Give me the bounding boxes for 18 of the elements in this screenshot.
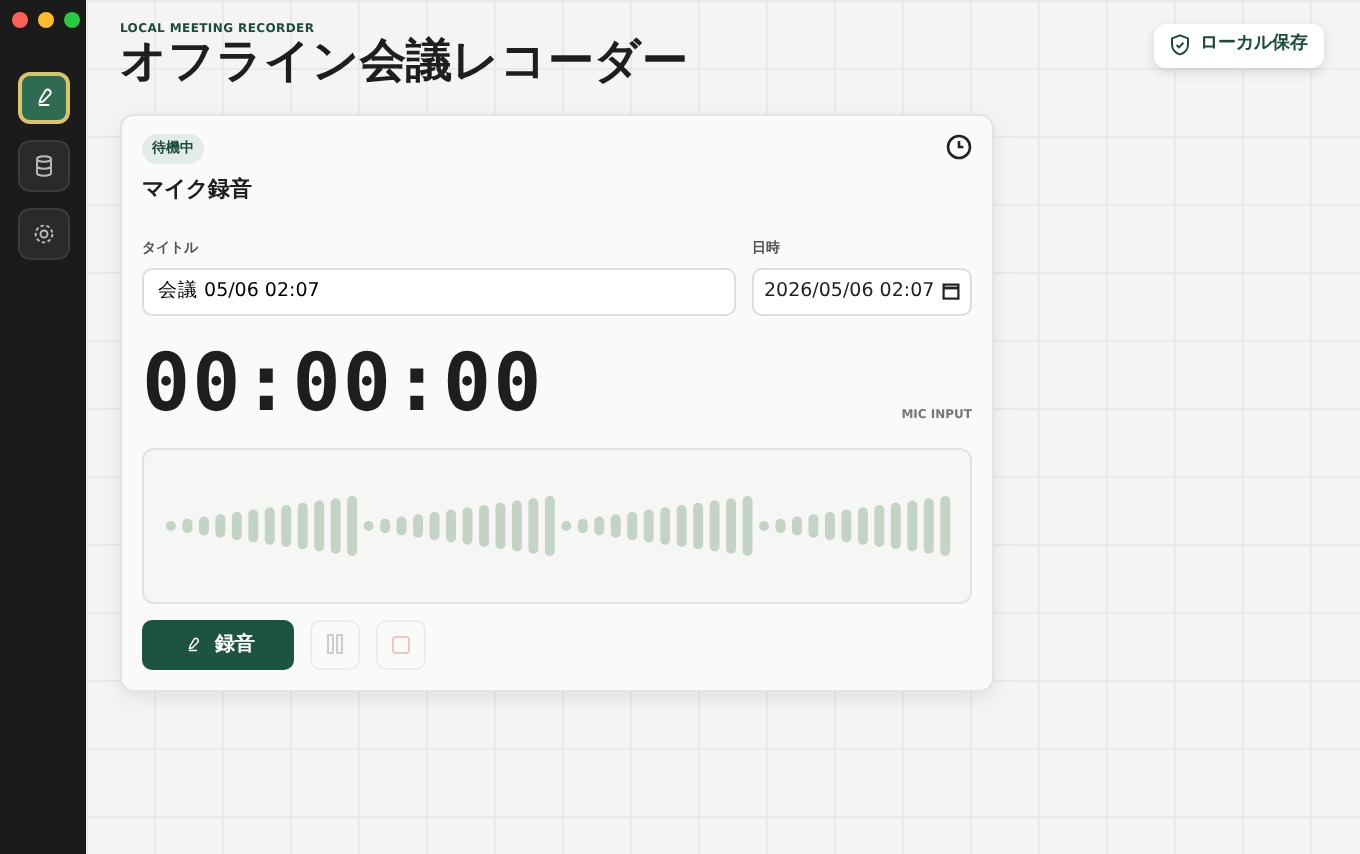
pause-icon xyxy=(326,634,344,655)
app-title: オフライン会議レコーダー xyxy=(120,38,688,89)
stop-icon xyxy=(392,635,410,654)
close-window-dot[interactable] xyxy=(12,12,28,28)
settings-icon xyxy=(29,220,57,248)
clock-icon[interactable] xyxy=(946,134,972,161)
card-heading: マイク録音 xyxy=(142,173,254,206)
shield-icon xyxy=(1170,34,1190,57)
calendar-icon[interactable] xyxy=(942,282,960,301)
sidebar-item[interactable] xyxy=(17,140,69,192)
timer-display: 00:00:00 xyxy=(142,343,544,424)
minimize-window-dot[interactable] xyxy=(38,12,54,28)
record-button[interactable]: 録音 xyxy=(142,619,294,670)
storage-label: ローカル保存 xyxy=(1200,32,1308,58)
zoom-window-dot[interactable] xyxy=(64,12,80,28)
sidebar-item[interactable] xyxy=(17,208,69,260)
title-field[interactable]: 会議 05/06 02:07 xyxy=(142,267,736,316)
datetime-field[interactable]: 2026/05/06 02:07 xyxy=(752,267,972,316)
